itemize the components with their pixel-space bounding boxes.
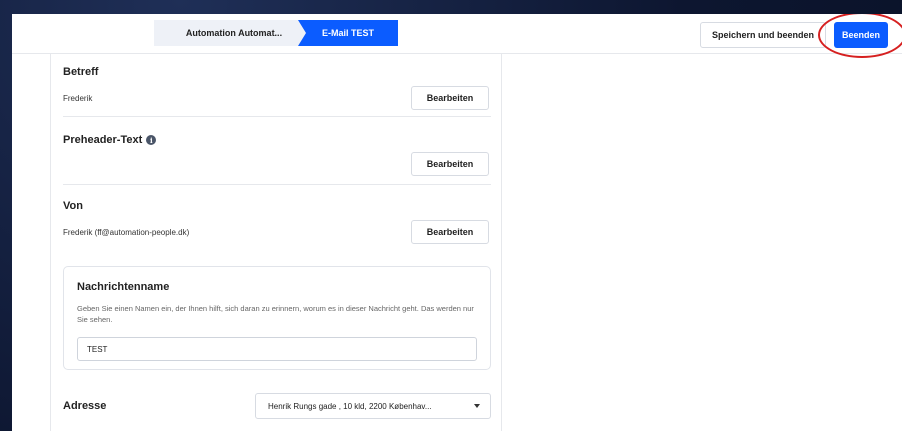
- message-name-input[interactable]: TEST: [77, 337, 477, 361]
- top-bar: Automation Automat... E-Mail TEST Speich…: [12, 14, 902, 54]
- chevron-down-icon: [474, 404, 480, 408]
- from-value: Frederik (ff@automation-people.dk): [63, 228, 190, 237]
- from-edit-button[interactable]: Bearbeiten: [411, 220, 489, 244]
- address-select[interactable]: Henrik Rungs gade , 10 kld, 2200 Københa…: [255, 393, 491, 419]
- breadcrumb-step-automation[interactable]: Automation Automat...: [154, 20, 314, 46]
- address-selected-value: Henrik Rungs gade , 10 kld, 2200 Københa…: [268, 401, 432, 411]
- save-and-exit-button[interactable]: Speichern und beenden: [700, 22, 826, 48]
- message-name-card: Nachrichtenname Geben Sie einen Namen ei…: [63, 266, 491, 370]
- preheader-title-label: Preheader-Text: [63, 134, 143, 146]
- app-window: Automation Automat... E-Mail TEST Speich…: [12, 14, 902, 431]
- breadcrumb-step-email[interactable]: E-Mail TEST: [298, 20, 398, 46]
- message-name-help: Geben Sie einen Namen ein, der Ihnen hil…: [77, 304, 474, 324]
- subject-edit-button[interactable]: Bearbeiten: [411, 86, 489, 110]
- end-button[interactable]: Beenden: [834, 22, 888, 48]
- subject-title: Betreff: [63, 66, 99, 78]
- preheader-title: Preheader-Text i: [63, 134, 157, 146]
- subject-value: Frederik: [63, 94, 93, 103]
- from-title: Von: [63, 200, 83, 212]
- divider: [63, 116, 491, 117]
- divider: [63, 184, 491, 185]
- settings-panel: Betreff Frederik Bearbeiten Preheader-Te…: [50, 54, 502, 431]
- info-icon[interactable]: i: [146, 135, 157, 146]
- preheader-edit-button[interactable]: Bearbeiten: [411, 152, 489, 176]
- message-name-title: Nachrichtenname: [77, 281, 170, 293]
- address-title: Adresse: [63, 400, 107, 412]
